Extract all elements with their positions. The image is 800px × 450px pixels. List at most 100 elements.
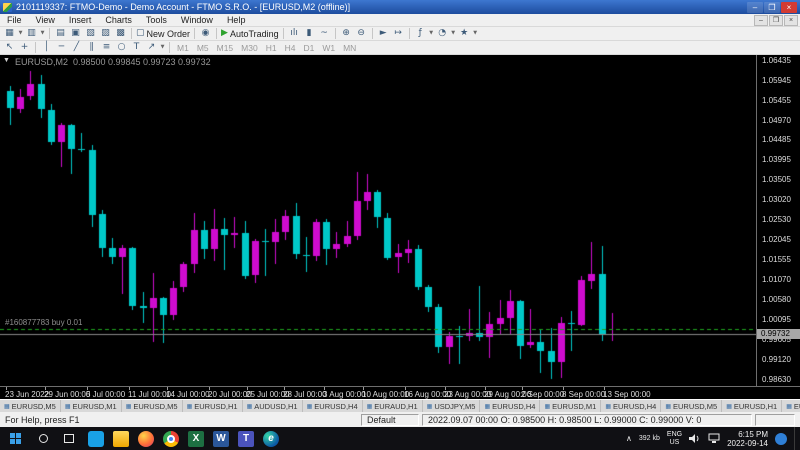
timeframe-button-mn[interactable]: MN <box>339 41 360 54</box>
line-chart-icon-glyph: ~ <box>320 27 328 40</box>
timeframe-button-h4[interactable]: H4 <box>281 41 300 54</box>
search-button[interactable] <box>30 427 56 450</box>
chart-tab[interactable]: ▦EURUSD,H4 <box>480 400 540 412</box>
child-close-button[interactable]: × <box>784 15 798 26</box>
timeframe-button-w1[interactable]: W1 <box>318 41 339 54</box>
strategy-tester-icon[interactable]: ▩ <box>113 27 128 40</box>
indicators-dropdown-icon[interactable]: ▼ <box>428 27 435 40</box>
start-button[interactable] <box>0 427 30 450</box>
menu-file[interactable]: File <box>0 14 29 26</box>
timeframe-button-m5[interactable]: M5 <box>193 41 213 54</box>
child-restore-button[interactable]: ❒ <box>769 15 783 26</box>
chart-tab-label: EURUSD,M1 <box>552 402 596 411</box>
vertical-line-icon[interactable]: │ <box>39 41 54 54</box>
periods-dropdown-icon[interactable]: ▼ <box>450 27 457 40</box>
arrows-icon[interactable]: ↗ <box>144 41 159 54</box>
chart-tab[interactable]: ▦EURUSD,H4 <box>303 400 363 412</box>
volume-icon[interactable] <box>689 433 701 444</box>
crosshair-icon[interactable]: + <box>17 41 32 54</box>
autotrading-button[interactable]: ▶AutoTrading <box>220 27 280 40</box>
chart-tab-icon: ▦ <box>544 403 550 410</box>
taskbar-clock[interactable]: 6:15 PM 2022-09-14 <box>727 430 768 448</box>
mql5-community-icon[interactable]: ◉ <box>198 27 213 40</box>
bar-chart-icon[interactable]: ılı <box>287 27 302 40</box>
chart-tab[interactable]: ▦EURUSD,H1 <box>183 400 243 412</box>
timeframe-button-h1[interactable]: H1 <box>262 41 281 54</box>
chart-tab[interactable]: ▦EURUSD,M5 <box>122 400 183 412</box>
line-chart-icon[interactable]: ~ <box>317 27 332 40</box>
menu-insert[interactable]: Insert <box>62 14 99 26</box>
excel-taskbar-icon[interactable]: X <box>188 431 204 447</box>
network-icon[interactable] <box>708 433 720 444</box>
profiles-icon-glyph: ▥ <box>27 27 36 40</box>
market-watch-icon[interactable]: ▤ <box>53 27 68 40</box>
cursor-icon[interactable]: ↖ <box>2 41 17 54</box>
chart-tab[interactable]: ▦EURUSD,M5 <box>0 400 61 412</box>
trendline-icon[interactable]: ╱ <box>69 41 84 54</box>
templates-dropdown-icon[interactable]: ▼ <box>472 27 479 40</box>
data-window-icon[interactable]: ▣ <box>68 27 83 40</box>
chart-tab[interactable]: ▦EURUSD,H1 <box>782 400 800 412</box>
task-view-button[interactable] <box>56 427 82 450</box>
chrome-taskbar-icon[interactable] <box>163 431 179 447</box>
close-button[interactable]: × <box>781 2 797 13</box>
chart-area[interactable]: ▼ EURUSD,M2 0.98500 0.99845 0.99723 0.99… <box>0 55 800 399</box>
tray-chevron-icon[interactable]: ∧ <box>626 434 632 443</box>
photos-taskbar-icon[interactable] <box>88 431 104 447</box>
firefox-taskbar-icon[interactable] <box>138 431 154 447</box>
chart-tab[interactable]: ▦EURUSD,H4 <box>601 400 661 412</box>
shapes-icon[interactable]: ○ <box>114 41 129 54</box>
edge-taskbar-icon[interactable]: e <box>263 431 279 447</box>
chart-tab-label: EURUSD,H4 <box>613 402 656 411</box>
auto-scroll-icon[interactable]: ► <box>376 27 391 40</box>
timeframe-button-m1[interactable]: M1 <box>173 41 193 54</box>
templates-icon[interactable]: ★ <box>457 27 472 40</box>
menu-tools[interactable]: Tools <box>139 14 174 26</box>
timeframe-button-m30[interactable]: M30 <box>237 41 262 54</box>
profiles-dropdown-icon[interactable]: ▼ <box>39 27 46 40</box>
profiles-icon[interactable]: ▥ <box>24 27 39 40</box>
show-desktop-button[interactable] <box>794 427 798 450</box>
navigator-icon[interactable]: ▧ <box>83 27 98 40</box>
chart-tab[interactable]: ▦USDJPY,M5 <box>423 400 481 412</box>
child-minimize-button[interactable]: – <box>754 15 768 26</box>
chart-tab[interactable]: ▦EURAUD,H1 <box>363 400 423 412</box>
chart-tab[interactable]: ▦EURUSD,M5 <box>661 400 722 412</box>
terminal-icon[interactable]: ▨ <box>98 27 113 40</box>
word-taskbar-icon[interactable]: W <box>213 431 229 447</box>
text-icon[interactable]: T <box>129 41 144 54</box>
time-axis[interactable]: 23 Jun 202229 Jun 00:005 Jul 00:0011 Jul… <box>0 386 800 399</box>
new-chart-dropdown-icon[interactable]: ▼ <box>17 27 24 40</box>
menu-help[interactable]: Help <box>220 14 253 26</box>
new-chart-icon[interactable]: ▦ <box>2 27 17 40</box>
zoom-in-icon[interactable]: ⊕ <box>339 27 354 40</box>
horizontal-line-icon[interactable]: ─ <box>54 41 69 54</box>
language-indicator[interactable]: ENG US <box>667 431 682 447</box>
chart-tab[interactable]: ▦EURUSD,M1 <box>61 400 122 412</box>
chart-tab[interactable]: ▦AUDUSD,H1 <box>243 400 303 412</box>
channel-icon[interactable]: ∥ <box>84 41 99 54</box>
fibonacci-icon[interactable]: ≡ <box>99 41 114 54</box>
chart-tab[interactable]: ▦EURUSD,H1 <box>722 400 782 412</box>
file-explorer-taskbar-icon[interactable] <box>113 431 129 447</box>
status-profile[interactable]: Default <box>361 414 419 426</box>
timeframe-button-m15[interactable]: M15 <box>213 41 238 54</box>
chart-tab[interactable]: ▦EURUSD,M1 <box>540 400 601 412</box>
candlestick-chart-icon[interactable]: ▮ <box>302 27 317 40</box>
chart-shift-icon[interactable]: ↦ <box>391 27 406 40</box>
zoom-out-icon[interactable]: ⊖ <box>354 27 369 40</box>
price-chart-canvas[interactable] <box>0 55 756 386</box>
teams-taskbar-icon[interactable]: T <box>238 431 254 447</box>
objects-dropdown-icon[interactable]: ▼ <box>159 41 166 54</box>
maximize-button[interactable]: ❒ <box>764 2 780 13</box>
menu-window[interactable]: Window <box>174 14 220 26</box>
one-click-trading-toggle[interactable]: ▼ <box>3 57 10 67</box>
new-order-button[interactable]: ▢New Order <box>135 27 191 40</box>
menu-charts[interactable]: Charts <box>98 14 139 26</box>
periods-icon[interactable]: ◔ <box>435 27 450 40</box>
indicators-icon[interactable]: ƒ <box>413 27 428 40</box>
timeframe-button-d1[interactable]: D1 <box>299 41 318 54</box>
menu-view[interactable]: View <box>29 14 62 26</box>
minimize-button[interactable]: – <box>747 2 763 13</box>
notification-center-icon[interactable] <box>775 433 787 445</box>
